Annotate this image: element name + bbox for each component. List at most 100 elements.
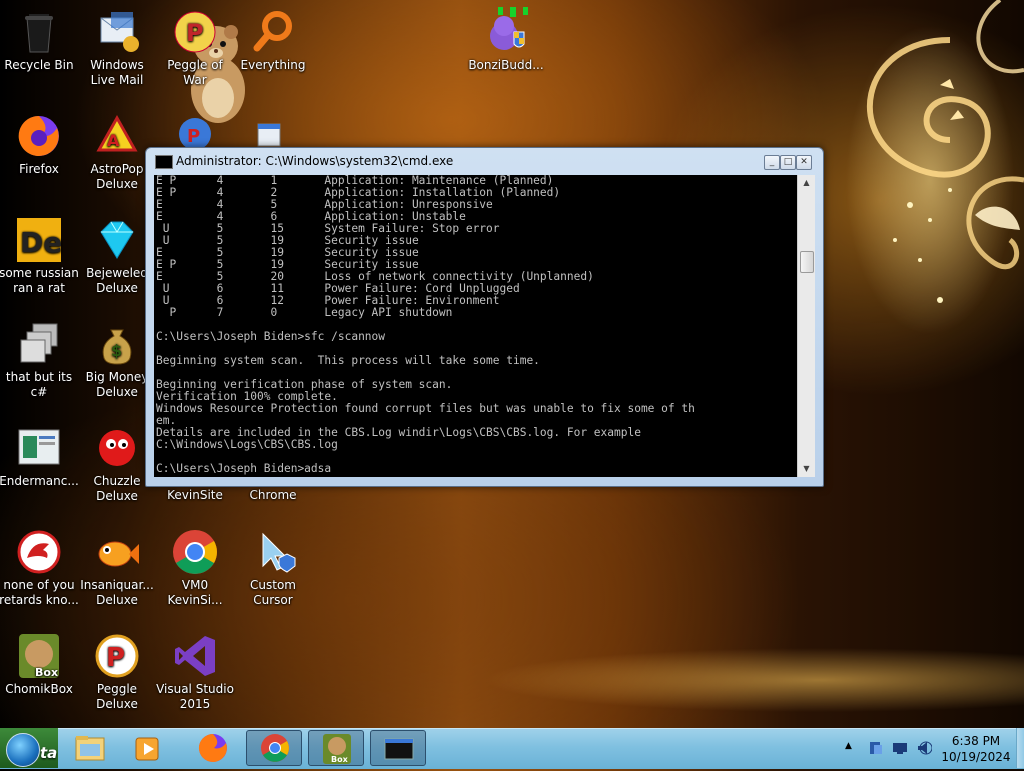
desktop-icon-endermanch[interactable]: Endermanc... <box>0 424 79 489</box>
recycle-bin-icon <box>15 8 63 56</box>
desktop-icon-label: none of you retards kno... <box>0 578 79 607</box>
console-icon <box>155 155 173 169</box>
chomikbox-icon: Box <box>15 632 63 680</box>
svg-text:A: A <box>107 131 120 150</box>
desktop-icon-windows-live-mail[interactable]: Windows Live Mail <box>77 8 157 88</box>
console-output[interactable]: E P 4 1 Application: Maintenance (Planne… <box>154 175 797 477</box>
desktop-icon-label: Peggle of War <box>167 58 223 87</box>
mail-icon <box>93 8 141 56</box>
taskbar-chomikbox[interactable]: Box <box>308 730 364 766</box>
desktop-icon-partial[interactable] <box>256 120 286 150</box>
tray-network-icon[interactable] <box>868 740 884 756</box>
taskbar-firefox[interactable] <box>185 730 241 766</box>
window-title: Administrator: C:\Windows\system32\cmd.e… <box>176 154 454 168</box>
desktop-icon-insaniquarium[interactable]: Insaniquar... Deluxe <box>77 528 157 608</box>
taskbar-cmd[interactable] <box>370 730 426 766</box>
peggle-icon: P <box>93 632 141 680</box>
scroll-thumb[interactable] <box>800 251 814 273</box>
desktop-icon-label: ChomikBox <box>5 682 73 696</box>
desktop-icon-label: Endermanc... <box>0 474 79 488</box>
chrome-icon <box>171 528 219 576</box>
desktop-icon-none-of-you[interactable]: none of you retards kno... <box>0 528 79 608</box>
visual-studio-icon <box>171 632 219 680</box>
magnifier-icon <box>249 8 297 56</box>
show-hidden-icons-arrow-icon[interactable]: ▲ <box>845 741 852 751</box>
desktop-icon-that-but-csharp[interactable]: that but its c# <box>0 320 79 400</box>
clock-time: 6:38 PM <box>951 734 1001 748</box>
scroll-down-arrow-icon[interactable]: ▼ <box>798 461 815 477</box>
cursor-icon <box>249 528 297 576</box>
tray-volume-icon[interactable] <box>916 740 933 756</box>
fish-icon <box>93 528 141 576</box>
desktop-icon-bonzibuddy[interactable]: BonziBudd... <box>466 8 546 73</box>
desktop-icon-vm0-kevinsite[interactable]: VM0 KevinSi... <box>155 528 235 608</box>
desktop-icon-label: KevinSite <box>167 488 223 502</box>
chuzzle-icon <box>93 424 141 472</box>
desktop-icon-partial[interactable]: P <box>170 112 220 152</box>
desktop-icon-peggle-deluxe[interactable]: P Peggle Deluxe <box>77 632 157 712</box>
desktop-icon-label: VM0 KevinSi... <box>167 578 223 607</box>
svg-text:Box: Box <box>35 666 58 679</box>
scroll-up-arrow-icon[interactable]: ▲ <box>798 175 815 191</box>
svg-text:P: P <box>187 126 200 147</box>
desktop-icon-peggle-of-war[interactable]: P Peggle of War <box>155 8 235 88</box>
desktop-icon-label: Recycle Bin <box>4 58 74 72</box>
windows-logo-icon[interactable] <box>6 733 40 767</box>
console-text: E P 4 1 Application: Maintenance (Planne… <box>156 175 695 475</box>
media-player-icon <box>135 737 159 761</box>
desktop-icon-label: Peggle Deluxe <box>96 682 138 711</box>
desktop-icon-everything[interactable]: Everything <box>233 8 313 73</box>
dragon-icon <box>15 528 63 576</box>
desktop-icon-label: Insaniquar... Deluxe <box>80 578 154 607</box>
desktop-icon-label: Custom Cursor <box>250 578 296 607</box>
desktop-icon-label: Chrome <box>249 488 297 502</box>
chomikbox-icon: Box <box>323 734 351 764</box>
minimize-button[interactable]: _ <box>764 155 780 170</box>
desktop-icon-visual-studio[interactable]: Visual Studio 2015 <box>155 632 235 712</box>
desktop-icon-recycle-bin[interactable]: Recycle Bin <box>0 8 79 73</box>
desktop-icon-label: some russian ran a rat <box>0 266 79 295</box>
wallpaper-swirl <box>866 0 1024 303</box>
desktop-icon-firefox[interactable]: Firefox <box>0 112 79 177</box>
start-label: ta <box>40 744 58 762</box>
desktop-icon-label: that but its c# <box>5 370 73 399</box>
desktop-icon-custom-cursor[interactable]: Custom Cursor <box>233 528 313 608</box>
show-desktop-button[interactable] <box>1016 728 1024 768</box>
desktop-icon-kevinsite[interactable]: KevinSite <box>155 488 235 503</box>
money-bag-icon: $ <box>93 320 141 368</box>
taskbar-explorer[interactable] <box>62 730 118 766</box>
svg-text:P: P <box>186 19 204 47</box>
firefox-icon <box>198 733 227 762</box>
desktop-icon-some-russian[interactable]: De some russian ran a rat <box>0 216 79 296</box>
svg-text:Box: Box <box>331 755 349 764</box>
diamond-icon <box>93 216 141 264</box>
svg-text:P: P <box>106 643 125 673</box>
svg-text:$: $ <box>111 341 122 360</box>
vertical-scrollbar[interactable]: ▲ ▼ <box>797 175 815 477</box>
desktop-icon-label: Visual Studio 2015 <box>156 682 234 711</box>
de-icon: De <box>15 216 63 264</box>
astropop-icon: A <box>93 112 141 160</box>
taskbar-media-player[interactable] <box>120 730 176 766</box>
desktop-icon-chrome[interactable]: Chrome <box>233 488 313 503</box>
cmd-window[interactable]: Administrator: C:\Windows\system32\cmd.e… <box>145 147 824 487</box>
window-titlebar[interactable]: Administrator: C:\Windows\system32\cmd.e… <box>146 148 823 174</box>
firefox-icon <box>15 112 63 160</box>
peggle-icon: P <box>171 8 219 56</box>
clock-date: 10/19/2024 <box>941 750 1011 764</box>
desktop-icon-label: BonziBudd... <box>468 58 544 72</box>
close-button[interactable]: ✕ <box>796 155 812 170</box>
folder-icon <box>75 736 105 761</box>
desktop-icon-label: Firefox <box>19 162 59 176</box>
bonzibuddy-icon <box>482 8 530 56</box>
screenshot-icon <box>15 424 63 472</box>
maximize-button[interactable]: □ <box>780 155 796 170</box>
taskbar-chrome[interactable] <box>246 730 302 766</box>
windows-stack-icon <box>15 320 63 368</box>
svg-text:De: De <box>20 226 62 259</box>
desktop-icon-chomikbox[interactable]: Box ChomikBox <box>0 632 79 697</box>
tray-monitor-icon[interactable] <box>892 740 908 756</box>
desktop-icon-label: Everything <box>240 58 306 72</box>
taskbar-clock[interactable]: 6:38 PM 10/19/2024 <box>936 733 1016 765</box>
desktop-icon-label: Windows Live Mail <box>90 58 144 87</box>
